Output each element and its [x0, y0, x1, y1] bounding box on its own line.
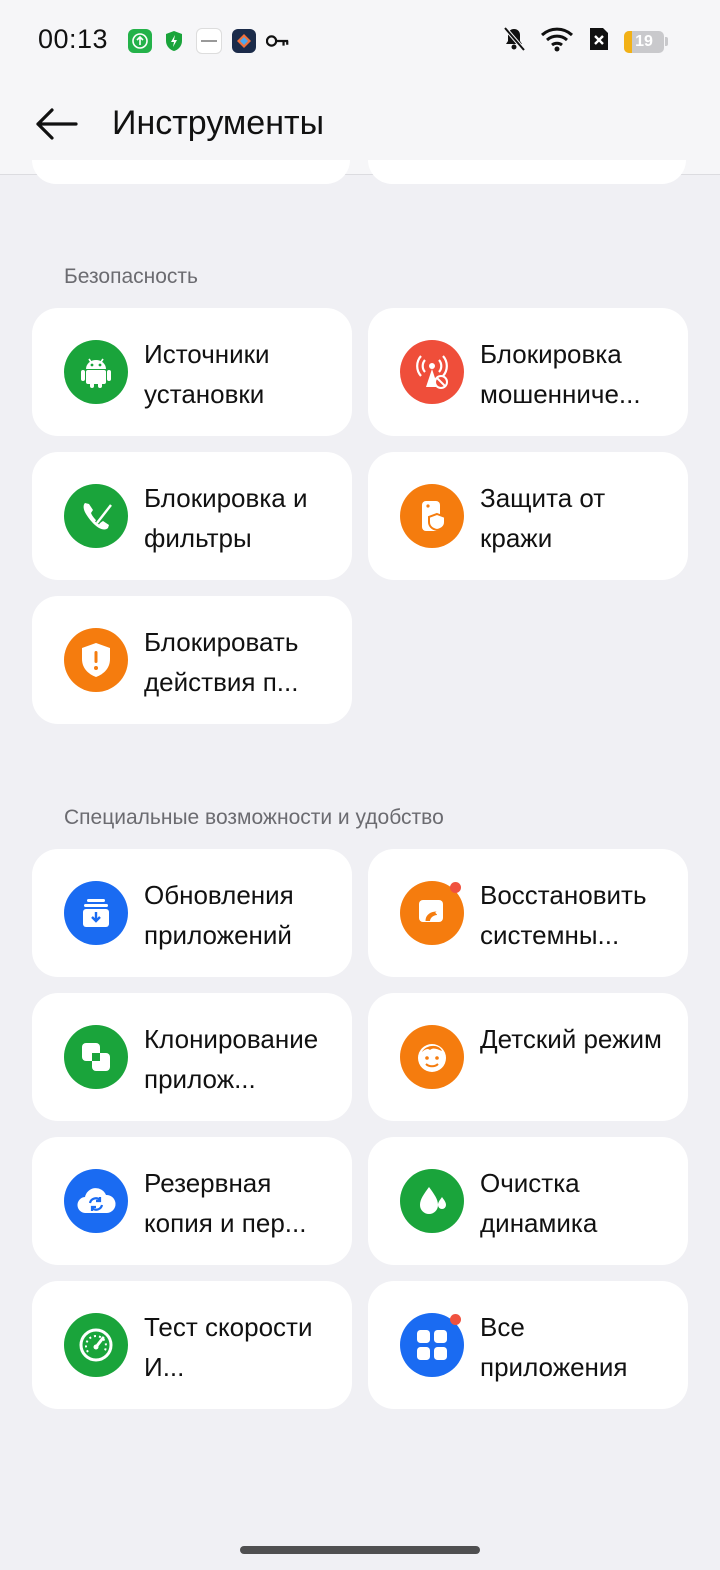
notification-dot	[450, 882, 461, 893]
tool-label: Детский режим	[480, 1024, 662, 1054]
tool-call-block[interactable]: Блокировка и фильтры	[32, 452, 352, 580]
clone-icon	[64, 1025, 128, 1089]
tool-label: Защита от кражи	[480, 483, 606, 553]
battery-icon: 19	[624, 30, 668, 53]
media-app-icon	[196, 28, 222, 54]
kid-face-icon	[400, 1025, 464, 1089]
section-label-accessibility: Специальные возможности и удобство	[64, 806, 444, 829]
tool-label: Блокировка мошенниче...	[480, 339, 641, 409]
status-bar: 00:13 19	[0, 0, 720, 82]
home-indicator[interactable]	[240, 1546, 480, 1554]
app-update-icon	[64, 881, 128, 945]
tool-label: Тест скорости И...	[144, 1312, 313, 1382]
previous-card-left[interactable]	[32, 160, 350, 184]
shield-app-icon	[162, 29, 186, 53]
previous-card-right[interactable]	[368, 160, 686, 184]
tool-label: Блокировать действия п...	[144, 627, 299, 697]
tool-label: Очистка динамика	[480, 1168, 598, 1238]
back-button[interactable]	[30, 102, 82, 146]
photos-app-icon	[232, 29, 256, 53]
shield-alert-icon	[64, 628, 128, 692]
tool-theft-protection[interactable]: Защита от кражи	[368, 452, 688, 580]
tool-app-updates[interactable]: Обновления приложений	[32, 849, 352, 977]
wifi-icon	[540, 26, 574, 57]
tool-fraud-block[interactable]: Блокировка мошенниче...	[368, 308, 688, 436]
tool-backup-transfer[interactable]: Резервная копия и пер...	[32, 1137, 352, 1265]
battery-level: 19	[635, 32, 653, 50]
tool-kids-mode[interactable]: Детский режим	[368, 993, 688, 1121]
speedometer-icon	[64, 1313, 128, 1377]
notification-dot	[450, 1314, 461, 1325]
tool-label: Источники установки	[144, 339, 270, 409]
tool-label: Восстановить системны...	[480, 880, 647, 950]
tool-speaker-cleaning[interactable]: Очистка динамика	[368, 1137, 688, 1265]
tool-label: Блокировка и фильтры	[144, 483, 308, 553]
tool-label: Клонирование прилож...	[144, 1024, 319, 1094]
cloud-sync-icon	[64, 1169, 128, 1233]
no-sim-icon	[588, 26, 610, 57]
upload-app-icon	[128, 29, 152, 53]
tool-block-actions[interactable]: Блокировать действия п...	[32, 596, 352, 724]
tool-label: Все приложения	[480, 1312, 628, 1382]
tool-install-sources[interactable]: Источники установки	[32, 308, 352, 436]
section-label-security: Безопасность	[64, 265, 198, 288]
theft-protection-icon	[400, 484, 464, 548]
page-title: Инструменты	[112, 104, 325, 142]
android-icon	[64, 340, 128, 404]
tool-speed-test[interactable]: Тест скорости И...	[32, 1281, 352, 1409]
status-time: 00:13	[38, 24, 109, 54]
tool-restore-system[interactable]: Восстановить системны...	[368, 849, 688, 977]
water-drops-icon	[400, 1169, 464, 1233]
tool-label: Резервная копия и пер...	[144, 1168, 307, 1238]
call-block-icon	[64, 484, 128, 548]
key-icon	[266, 29, 290, 53]
notification-icons	[128, 28, 290, 54]
fraud-block-icon	[400, 340, 464, 404]
tool-app-cloning[interactable]: Клонирование прилож...	[32, 993, 352, 1121]
tool-all-apps[interactable]: Все приложения	[368, 1281, 688, 1409]
arrow-left-icon	[36, 108, 78, 140]
tool-label: Обновления приложений	[144, 880, 294, 950]
system-status-icons: 19	[502, 26, 668, 57]
bell-off-icon	[502, 26, 526, 57]
